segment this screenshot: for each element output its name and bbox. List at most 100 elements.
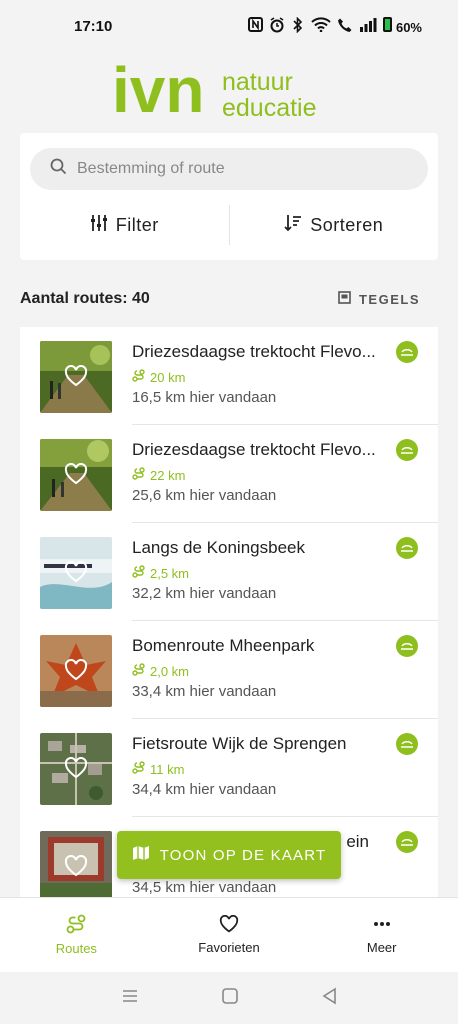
heart-icon[interactable] [64, 561, 88, 583]
tiles-icon [338, 291, 351, 307]
route-info: Langs de Koningsbeek 2,5 km 32,2 km hier… [132, 523, 438, 621]
route-distance: 33,4 km hier vandaan [132, 683, 277, 700]
show-on-map-button[interactable]: TOON OP DE KAART [117, 831, 341, 879]
route-length: 11 km [132, 761, 184, 777]
route-length: 22 km [132, 467, 185, 483]
route-count: Aantal routes: 40 [20, 290, 150, 307]
heart-icon[interactable] [64, 855, 88, 877]
route-length: 20 km [132, 369, 185, 385]
route-thumbnail [40, 341, 112, 413]
heart-icon[interactable] [64, 757, 88, 779]
route-item[interactable]: Fietsroute Wijk de Sprengen 11 km 34,4 k… [20, 719, 438, 817]
route-title: Fietsroute Wijk de Sprengen [132, 734, 347, 753]
filter-button[interactable]: Filter [20, 203, 229, 247]
route-length: 2,0 km [132, 663, 189, 679]
route-title: Bomenroute Mheenpark [132, 636, 315, 655]
tiles-label: TEGELS [358, 291, 420, 307]
search-card: Filter Sorteren [20, 133, 438, 260]
map-icon [132, 845, 150, 865]
route-distance: 34,5 km hier vandaan [132, 879, 277, 896]
route-info: Driezesdaagse trektocht Flevo... 22 km 2… [132, 425, 438, 523]
route-icon [66, 914, 86, 937]
logo-tagline-2: educatie [222, 94, 317, 122]
recent-apps-icon[interactable] [121, 988, 139, 1009]
route-info: Driezesdaagse trektocht Flevo... 20 km 1… [132, 327, 438, 425]
ivn-badge-icon [396, 635, 418, 657]
route-distance: 16,5 km hier vandaan [132, 389, 277, 406]
heart-icon [219, 914, 239, 936]
route-item[interactable]: Driezesdaagse trektocht Flevo... 20 km 1… [20, 327, 438, 425]
call-icon [337, 17, 353, 36]
sort-label: Sorteren [310, 214, 384, 235]
route-title: Driezesdaagse trektocht Flevo... [132, 342, 376, 361]
route-title-text: ein [346, 832, 369, 851]
alarm-icon [269, 16, 285, 36]
route-distance: 25,6 km hier vandaan [132, 487, 277, 504]
system-nav-bar [0, 972, 458, 1024]
route-distance: 32,2 km hier vandaan [132, 585, 277, 602]
route-info: Bomenroute Mheenpark 2,0 km 33,4 km hier… [132, 621, 438, 719]
nav-routes-label: Routes [55, 941, 97, 956]
ivn-badge-icon [396, 341, 418, 363]
bluetooth-icon [291, 16, 305, 36]
heart-icon[interactable] [64, 463, 88, 485]
route-icon [132, 467, 145, 483]
route-item[interactable]: Bomenroute Mheenpark 2,0 km 33,4 km hier… [20, 621, 438, 719]
heart-icon[interactable] [64, 659, 88, 681]
ivn-logo: ivn natuur educatie [112, 54, 352, 126]
battery-icon [383, 17, 393, 32]
route-length-value: 11 km [150, 761, 185, 777]
nav-routes[interactable]: Routes [0, 898, 153, 972]
logo-tagline-1: natuur [222, 68, 293, 96]
signal-icon [359, 17, 377, 35]
ivn-badge-icon [396, 831, 418, 853]
toolbar: Filter Sorteren [20, 203, 438, 247]
battery-indicator: 60% [383, 17, 422, 35]
route-distance: 34,4 km hier vandaan [132, 781, 277, 798]
nav-more[interactable]: Meer [305, 898, 458, 972]
route-item[interactable]: Driezesdaagse trektocht Flevo... 22 km 2… [20, 425, 438, 523]
route-icon [132, 565, 145, 581]
more-icon [372, 915, 392, 936]
route-list: Driezesdaagse trektocht Flevo... 20 km 1… [20, 327, 438, 897]
nfc-icon [248, 17, 264, 35]
ivn-badge-icon [396, 733, 418, 755]
search-bar[interactable] [30, 148, 428, 190]
route-icon [132, 663, 145, 679]
bottom-nav: Routes Favorieten Meer [0, 897, 458, 972]
back-icon[interactable] [321, 987, 337, 1010]
route-thumbnail [40, 537, 112, 609]
route-icon [132, 369, 145, 385]
show-on-map-label: TOON OP DE KAART [159, 846, 327, 864]
route-thumbnail [40, 733, 112, 805]
battery-level: 60% [395, 20, 422, 35]
route-thumbnail [40, 635, 112, 707]
tiles-toggle-button[interactable]: TEGELS [338, 291, 438, 307]
search-input[interactable] [77, 160, 397, 178]
sort-icon [284, 214, 302, 237]
sort-button[interactable]: Sorteren [230, 203, 439, 247]
route-info: Fietsroute Wijk de Sprengen 11 km 34,4 k… [132, 719, 438, 817]
logo-mark: ivn [112, 62, 204, 122]
route-title: Driezesdaagse trektocht Flevo... [132, 440, 376, 459]
home-icon[interactable] [221, 987, 239, 1010]
ivn-badge-icon [396, 439, 418, 461]
route-title: Langs de Koningsbeek [132, 538, 305, 557]
status-bar: 17:10 60% [0, 0, 458, 52]
route-length-value: 2,0 km [150, 663, 190, 679]
route-item[interactable]: Langs de Koningsbeek 2,5 km 32,2 km hier… [20, 523, 438, 621]
ivn-badge-icon [396, 537, 418, 559]
heart-icon[interactable] [64, 365, 88, 387]
filter-label: Filter [115, 214, 159, 235]
nav-favorites-label: Favorieten [198, 940, 260, 955]
route-length-value: 22 km [150, 467, 186, 483]
status-time: 17:10 [74, 17, 113, 35]
route-thumbnail [40, 831, 112, 897]
route-length-value: 20 km [150, 369, 186, 385]
nav-favorites[interactable]: Favorieten [153, 898, 306, 972]
nav-more-label: Meer [366, 940, 397, 955]
route-length: 2,5 km [132, 565, 189, 581]
filter-icon [90, 214, 108, 237]
route-length-value: 2,5 km [150, 565, 190, 581]
route-thumbnail [40, 439, 112, 511]
